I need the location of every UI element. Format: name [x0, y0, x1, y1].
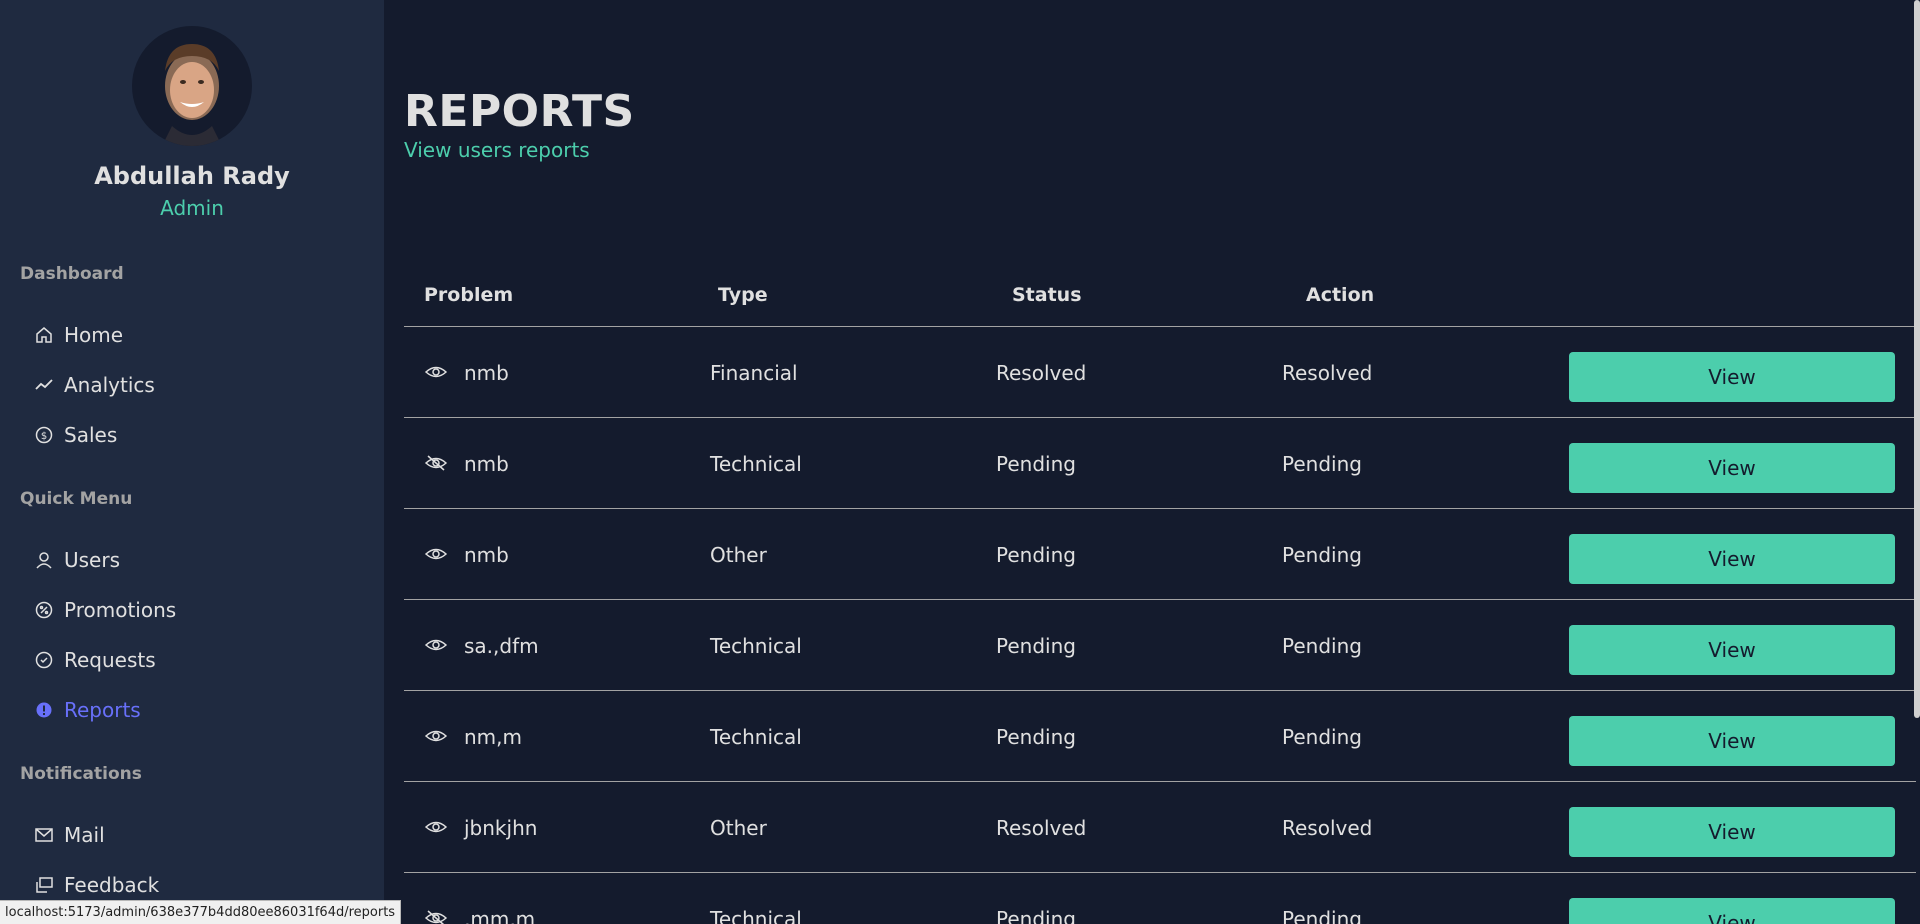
- cell-action: Pending: [1282, 452, 1362, 476]
- cell-status: Pending: [996, 907, 1076, 924]
- mail-icon: [34, 825, 54, 845]
- eye-icon[interactable]: [424, 818, 448, 836]
- cell-action: Pending: [1282, 634, 1362, 658]
- table-row[interactable]: sa.,dfm Technical Pending Pending View: [404, 600, 1916, 691]
- column-header-action[interactable]: Action: [1306, 284, 1374, 306]
- sidebar-item-sales[interactable]: $ Sales: [34, 423, 117, 447]
- sidebar-item-promotions[interactable]: Promotions: [34, 598, 176, 622]
- eye-icon[interactable]: [424, 363, 448, 381]
- dollar-circle-icon: $: [34, 425, 54, 445]
- cell-status: Pending: [996, 452, 1076, 476]
- cell-problem: nm,m: [464, 725, 522, 749]
- view-button[interactable]: View: [1569, 898, 1895, 924]
- column-header-status[interactable]: Status: [1012, 284, 1082, 306]
- cell-type: Financial: [710, 361, 798, 385]
- sidebar-item-home[interactable]: Home: [34, 323, 123, 347]
- cell-action: Pending: [1282, 543, 1362, 567]
- cell-status: Pending: [996, 725, 1076, 749]
- cell-problem: jbnkjhn: [464, 816, 538, 840]
- sidebar-item-feedback[interactable]: Feedback: [34, 873, 159, 897]
- sidebar-item-analytics[interactable]: Analytics: [34, 373, 155, 397]
- profile: Abdullah Rady Admin: [0, 0, 384, 220]
- cell-type: Technical: [710, 452, 802, 476]
- sidebar-item-label: Reports: [64, 698, 141, 722]
- cell-status: Pending: [996, 543, 1076, 567]
- discount-icon: [34, 600, 54, 620]
- report-icon: [34, 700, 54, 720]
- sidebar-item-requests[interactable]: Requests: [34, 648, 156, 672]
- table-row[interactable]: nmb Technical Pending Pending View: [404, 418, 1916, 509]
- sidebar-item-label: Sales: [64, 423, 118, 447]
- eye-off-icon[interactable]: [424, 909, 448, 924]
- cell-problem: nmb: [464, 452, 509, 476]
- sidebar-item-users[interactable]: Users: [34, 548, 120, 572]
- eye-icon[interactable]: [424, 727, 448, 745]
- eye-off-icon[interactable]: [424, 454, 448, 472]
- cell-action: Pending: [1282, 725, 1362, 749]
- cell-problem: sa.,dfm: [464, 634, 539, 658]
- profile-role: Admin: [160, 196, 224, 220]
- cell-problem: nmb: [464, 361, 509, 385]
- cell-type: Technical: [710, 725, 802, 749]
- cell-type: Other: [710, 816, 767, 840]
- cell-problem: ,mm,m: [464, 907, 536, 924]
- sidebar-item-label: Analytics: [64, 373, 155, 397]
- table-body: nmb Financial Resolved Resolved View nmb Techn…: [404, 327, 1916, 924]
- scrollbar[interactable]: [1914, 0, 1920, 718]
- table-row[interactable]: nmb Financial Resolved Resolved View: [404, 327, 1916, 418]
- home-icon: [34, 325, 54, 345]
- feedback-icon: [34, 875, 54, 895]
- table-row[interactable]: jbnkjhn Other Resolved Resolved View: [404, 782, 1916, 873]
- cell-status: Pending: [996, 634, 1076, 658]
- table-row[interactable]: nmb Other Pending Pending View: [404, 509, 1916, 600]
- avatar: [132, 26, 252, 146]
- sidebar-item-reports[interactable]: Reports: [34, 698, 141, 722]
- status-bar-url: localhost:5173/admin/638e377b4dd80ee8603…: [0, 900, 402, 924]
- eye-icon[interactable]: [424, 545, 448, 563]
- request-icon: [34, 650, 54, 670]
- view-button[interactable]: View: [1569, 716, 1895, 766]
- table-header: Problem Type Status Action: [404, 270, 1916, 327]
- svg-text:$: $: [41, 431, 47, 442]
- view-button[interactable]: View: [1569, 352, 1895, 402]
- cell-problem: nmb: [464, 543, 509, 567]
- cell-type: Other: [710, 543, 767, 567]
- cell-action: Resolved: [1282, 361, 1373, 385]
- page-title: REPORTS: [404, 86, 635, 137]
- cell-action: Pending: [1282, 907, 1362, 924]
- profile-name: Abdullah Rady: [94, 162, 290, 190]
- column-header-problem[interactable]: Problem: [424, 284, 513, 306]
- section-title-notifications: Notifications: [20, 764, 142, 784]
- sidebar-item-label: Promotions: [64, 598, 177, 622]
- trend-line-icon: [34, 375, 54, 395]
- section-title-dashboard: Dashboard: [20, 264, 124, 284]
- sidebar-item-label: Requests: [64, 648, 156, 672]
- view-button[interactable]: View: [1569, 534, 1895, 584]
- sidebar-item-label: Feedback: [64, 873, 160, 897]
- sidebar-item-label: Users: [64, 548, 121, 572]
- cell-type: Technical: [710, 634, 802, 658]
- cell-status: Resolved: [996, 816, 1087, 840]
- sidebar: Abdullah Rady Admin Dashboard Home Analy…: [0, 0, 384, 924]
- eye-icon[interactable]: [424, 636, 448, 654]
- page-subtitle: View users reports: [404, 138, 590, 162]
- person-icon: [34, 550, 54, 570]
- sidebar-item-label: Home: [64, 323, 124, 347]
- sidebar-item-label: Mail: [64, 823, 105, 847]
- view-button[interactable]: View: [1569, 807, 1895, 857]
- reports-table: Problem Type Status Action nmb Financial R…: [404, 270, 1916, 924]
- table-row[interactable]: ,mm,m Technical Pending Pending View: [404, 873, 1916, 924]
- section-title-quick-menu: Quick Menu: [20, 489, 133, 509]
- table-row[interactable]: nm,m Technical Pending Pending View: [404, 691, 1916, 782]
- column-header-type[interactable]: Type: [718, 284, 768, 306]
- sidebar-item-mail[interactable]: Mail: [34, 823, 105, 847]
- view-button[interactable]: View: [1569, 443, 1895, 493]
- cell-action: Resolved: [1282, 816, 1373, 840]
- view-button[interactable]: View: [1569, 625, 1895, 675]
- cell-status: Resolved: [996, 361, 1087, 385]
- cell-type: Technical: [710, 907, 802, 924]
